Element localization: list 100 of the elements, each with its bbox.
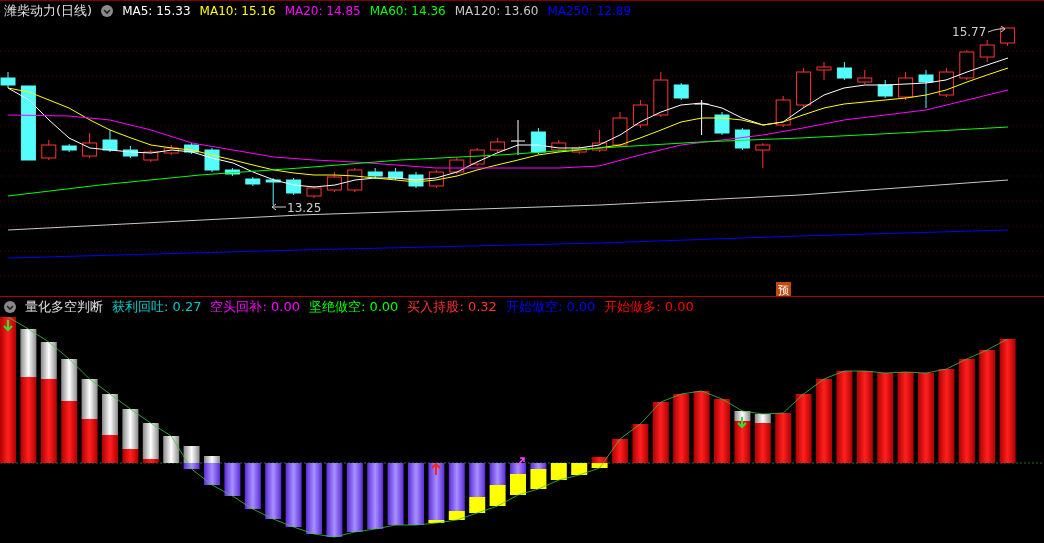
price-label: 13.25 [287, 201, 322, 215]
indicator-value: 开始做多: 0.00 [604, 298, 694, 316]
indicator-value: MA10: 15.16 [199, 4, 276, 18]
histogram-bar [734, 411, 751, 463]
histogram-bar [122, 409, 139, 463]
candlestick [979, 39, 995, 63]
histogram-bar [183, 446, 200, 469]
histogram-bar [754, 414, 771, 463]
candlestick [326, 171, 342, 193]
histogram-bar [693, 391, 710, 463]
candlestick [959, 49, 975, 81]
indicator-title: 量化多空判断 [25, 298, 103, 316]
arrow-icon [271, 203, 287, 211]
candlestick [836, 61, 852, 81]
candlestick [184, 142, 200, 155]
price-label: 15.77 [952, 25, 987, 39]
histogram-bar [387, 463, 404, 525]
histogram-bar [428, 463, 445, 523]
histogram-bar [530, 463, 547, 489]
histogram-bar [510, 463, 526, 495]
candlestick [408, 171, 424, 189]
dropdown-icon[interactable] [101, 5, 114, 17]
histogram-bar [285, 463, 302, 527]
candlestick [571, 145, 587, 155]
candlestick [775, 95, 791, 128]
candlestick [877, 79, 893, 99]
indicator-value: 获利回吐: 0.27 [112, 298, 202, 316]
forecast-badge: 预 [776, 282, 791, 296]
candlestick [143, 149, 159, 163]
candlestick [796, 67, 812, 108]
indicator-value: 坚绝做空: 0.00 [308, 298, 399, 316]
histogram-bar [612, 439, 628, 463]
histogram-bar [346, 463, 363, 532]
up-arrow-icon [517, 457, 525, 466]
indicator-value: 买入持股: 0.32 [407, 298, 497, 316]
candlestick [632, 99, 648, 129]
histogram-bar [306, 463, 322, 534]
histogram-bar [673, 394, 690, 463]
down-arrow-icon [3, 319, 13, 332]
histogram-bar [632, 424, 649, 463]
dropdown-icon[interactable] [4, 301, 16, 313]
indicator-value: 开始做空: 0.00 [505, 298, 596, 316]
histogram-bar [224, 463, 241, 496]
candlestick [82, 132, 98, 159]
histogram-bar [244, 463, 261, 509]
candlestick [857, 69, 873, 85]
down-arrow-icon [737, 416, 747, 429]
histogram-bar [571, 463, 588, 475]
histogram-bar [795, 394, 812, 463]
histogram-bar [142, 423, 159, 463]
indicator-value: MA5: 15.33 [122, 4, 191, 18]
histogram-bar [265, 463, 282, 519]
candlestick [530, 127, 546, 155]
candlestick [673, 82, 689, 101]
candlestick [61, 143, 77, 153]
up-arrow-icon [431, 462, 441, 476]
candlestick [694, 99, 710, 136]
candlestick [551, 139, 567, 153]
stock-title: 潍柴动力(日线) [4, 2, 93, 20]
candlestick [653, 71, 669, 118]
candlestick [714, 111, 730, 136]
histogram-bar [714, 399, 730, 463]
candlestick [347, 167, 363, 193]
candlestick [612, 111, 628, 148]
candlestick [306, 185, 322, 199]
histogram-bar [204, 456, 220, 485]
histogram-bar [102, 394, 118, 463]
candlestick [122, 145, 138, 159]
indicator-value: MA250: 12.89 [547, 4, 632, 18]
histogram-bar [652, 402, 669, 463]
histogram-bar [489, 463, 506, 506]
histogram-bar [775, 413, 792, 463]
candlestick [388, 167, 404, 181]
candlestick [245, 176, 261, 187]
histogram-bar [163, 436, 180, 463]
candlestick [755, 142, 771, 169]
histogram-bar [591, 457, 608, 468]
candlestick [1000, 27, 1016, 47]
indicator-value: MA60: 14.36 [369, 4, 446, 18]
candlestick [592, 129, 608, 153]
candlestick [286, 177, 302, 196]
arrow-icon [987, 25, 1006, 33]
candlestick [918, 69, 934, 109]
histogram-bar [367, 463, 384, 529]
histogram-bar [448, 463, 465, 520]
candlestick [816, 61, 832, 81]
histogram-bar [550, 463, 567, 480]
candlestick [163, 144, 179, 156]
candlestick [41, 139, 57, 161]
histogram-bar [408, 463, 424, 525]
indicator-value: 空头回补: 0.00 [210, 298, 300, 316]
candlestick [102, 129, 118, 153]
candlestick [224, 167, 240, 177]
candlestick [510, 119, 526, 156]
histogram-bar [469, 463, 486, 513]
candlestick [265, 177, 281, 206]
indicator-value: MA20: 14.85 [284, 4, 361, 18]
candlestick [490, 137, 506, 153]
indicator-value: MA120: 13.60 [454, 4, 539, 18]
candlestick [0, 71, 16, 89]
